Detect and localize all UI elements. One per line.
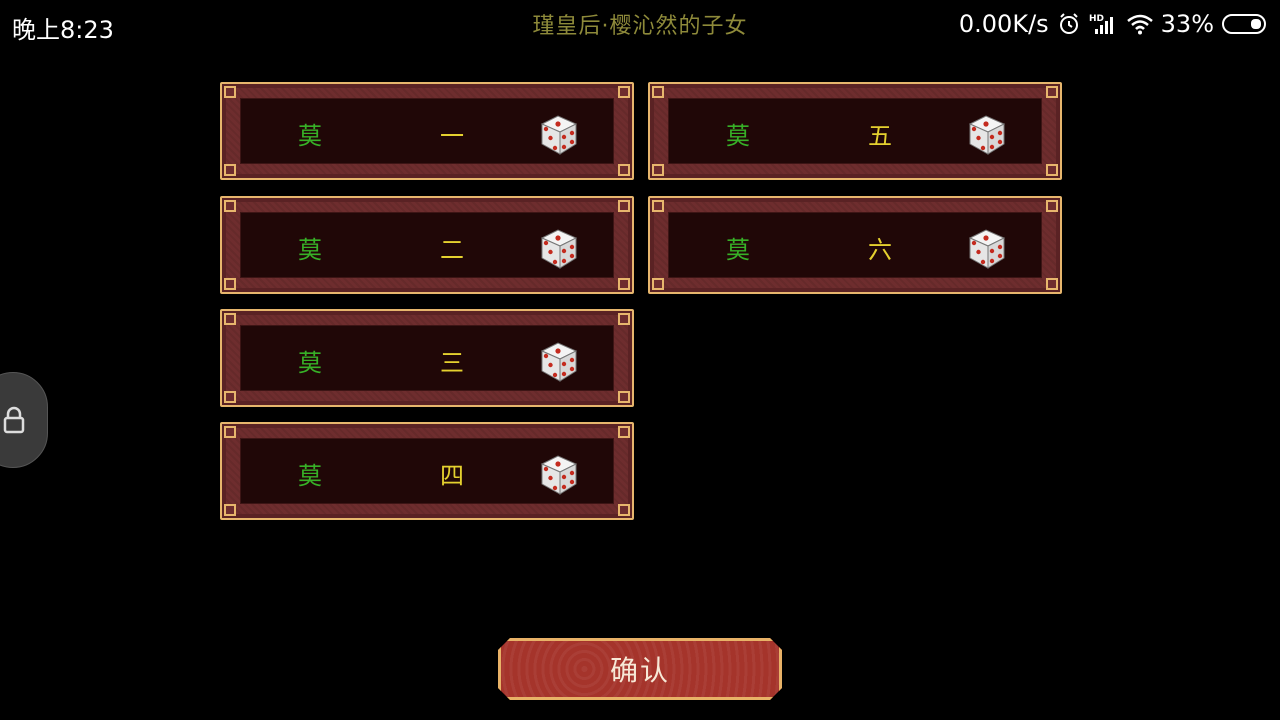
child-card: 莫 三 [220,309,634,407]
hd-signal-icon: HD [1089,14,1113,34]
battery-percent: 33% [1160,10,1214,38]
child-name: 六 [868,236,892,264]
dice-icon[interactable] [534,337,582,385]
child-surname: 莫 [298,236,322,264]
child-name: 四 [440,462,464,490]
corner-ornament [224,504,236,516]
corner-ornament [652,200,664,212]
dice-icon[interactable] [962,110,1010,158]
corner-ornament [618,313,630,325]
wifi-icon [1126,14,1153,35]
child-card: 莫 六 [648,196,1062,294]
alarm-icon [1059,13,1078,34]
floating-lock-button[interactable] [0,372,48,468]
svg-text:HD: HD [1089,14,1104,24]
corner-ornament [224,86,236,98]
corner-ornament [618,200,630,212]
battery-icon [1222,14,1266,34]
corner-ornament [618,504,630,516]
corner-ornament [1046,200,1058,212]
child-surname: 莫 [298,462,322,490]
network-speed: 0.00K/s [958,10,1049,38]
child-name: 五 [868,122,892,150]
corner-ornament [224,313,236,325]
child-name: 一 [440,122,464,150]
corner-ornament [652,278,664,290]
corner-ornament [224,278,236,290]
corner-ornament [224,164,236,176]
corner-ornament [618,426,630,438]
dice-icon[interactable] [534,450,582,498]
child-surname: 莫 [298,349,322,377]
corner-ornament [652,86,664,98]
corner-ornament [652,164,664,176]
corner-ornament [1046,86,1058,98]
child-name: 三 [440,349,464,377]
corner-ornament [224,426,236,438]
child-name: 二 [440,236,464,264]
corner-ornament [618,164,630,176]
child-surname: 莫 [726,122,750,150]
dice-icon[interactable] [534,224,582,272]
child-card: 莫 一 [220,82,634,180]
corner-ornament [618,391,630,403]
confirm-button[interactable]: 确认 [498,638,782,700]
child-card: 莫 四 [220,422,634,520]
child-card: 莫 五 [648,82,1062,180]
child-surname: 莫 [298,122,322,150]
dice-icon[interactable] [962,224,1010,272]
child-surname: 莫 [726,236,750,264]
corner-ornament [618,86,630,98]
lock-icon [3,406,25,434]
corner-ornament [618,278,630,290]
corner-ornament [1046,164,1058,176]
corner-ornament [224,391,236,403]
status-bar-right: 0.00K/s HD 33% [959,10,1266,38]
child-card: 莫 二 [220,196,634,294]
corner-ornament [224,200,236,212]
dice-icon[interactable] [534,110,582,158]
corner-ornament [1046,278,1058,290]
